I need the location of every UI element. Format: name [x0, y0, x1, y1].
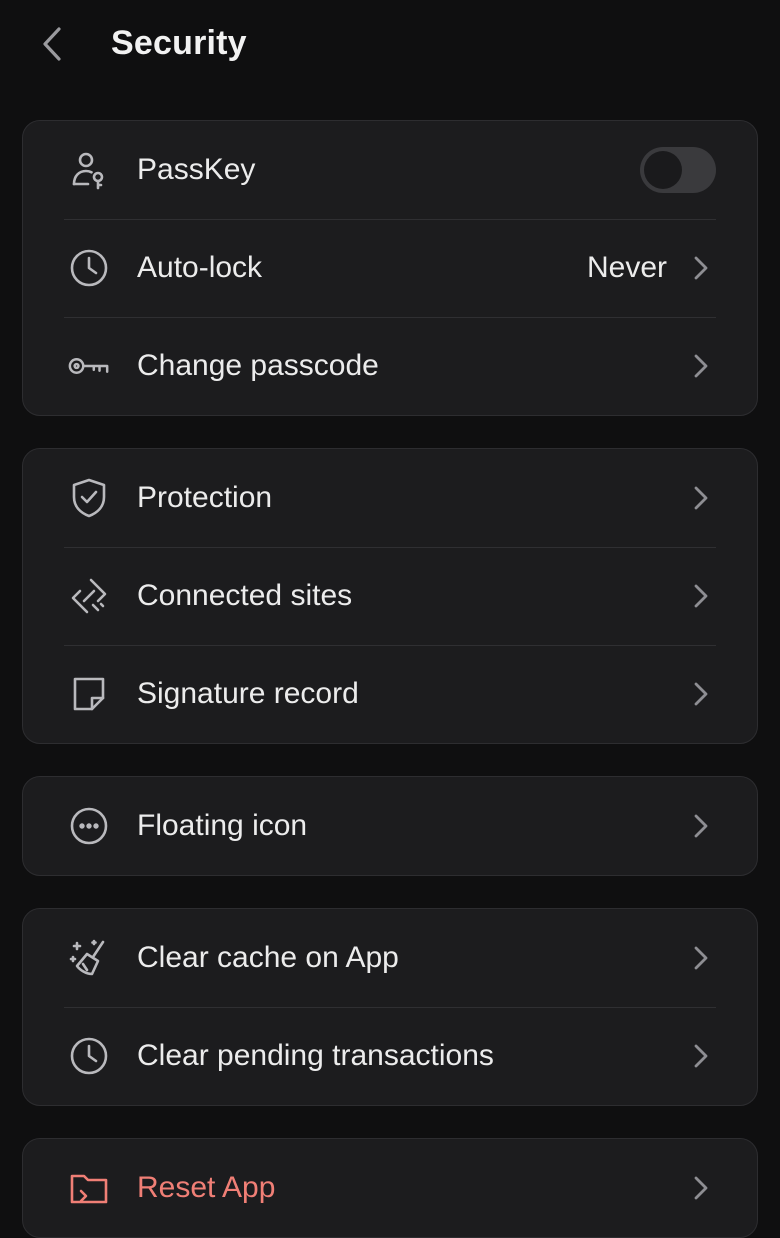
clear-cache-row[interactable]: Clear cache on App [23, 909, 757, 1007]
protection-row[interactable]: Protection [23, 449, 757, 547]
chevron-right-icon [689, 1041, 713, 1071]
protection-label: Protection [137, 481, 273, 514]
folder-icon [67, 1166, 111, 1210]
shield-check-icon [67, 476, 111, 520]
floating-icon-row[interactable]: Floating icon [23, 777, 757, 875]
broom-icon [67, 936, 111, 980]
chevron-right-icon [689, 581, 713, 611]
auto-lock-label: Auto-lock [137, 251, 263, 284]
chevron-right-icon [689, 811, 713, 841]
clock-icon [67, 1034, 111, 1078]
security-group-5: Reset App [22, 1138, 758, 1238]
security-group-3: Floating icon [22, 776, 758, 876]
toggle-knob [644, 151, 682, 189]
more-circle-icon [67, 804, 111, 848]
passkey-label: PassKey [137, 153, 256, 186]
passkey-row[interactable]: PassKey [23, 121, 757, 219]
back-chevron-icon [43, 27, 61, 61]
change-passcode-label: Change passcode [137, 349, 379, 382]
connected-sites-label: Connected sites [137, 579, 353, 612]
signature-record-label: Signature record [137, 677, 359, 710]
passkey-toggle[interactable] [640, 147, 716, 193]
reset-app-row[interactable]: Reset App [23, 1139, 757, 1237]
clear-pending-row[interactable]: Clear pending transactions [23, 1007, 757, 1105]
auto-lock-row[interactable]: Auto-lock Never [23, 219, 757, 317]
passkey-user-icon [67, 148, 111, 192]
chevron-right-icon [689, 1173, 713, 1203]
floating-icon-label: Floating icon [137, 809, 308, 842]
reset-app-label: Reset App [137, 1171, 276, 1204]
clock-icon [67, 246, 111, 290]
chevron-right-icon [689, 679, 713, 709]
chevron-right-icon [689, 483, 713, 513]
auto-lock-value: Never [586, 251, 667, 284]
chevron-right-icon [689, 253, 713, 283]
back-button[interactable] [32, 22, 72, 66]
security-group-4: Clear cache on App Clear pending transac… [22, 908, 758, 1106]
signature-record-row[interactable]: Signature record [23, 645, 757, 743]
security-group-2: Protection Connected sites Signature rec… [22, 448, 758, 744]
clear-pending-label: Clear pending transactions [137, 1039, 494, 1072]
chevron-right-icon [689, 351, 713, 381]
note-icon [67, 672, 111, 716]
chevron-right-icon [689, 943, 713, 973]
header: Security [0, 0, 780, 90]
connected-sites-row[interactable]: Connected sites [23, 547, 757, 645]
link-icon [67, 574, 111, 618]
clear-cache-label: Clear cache on App [137, 941, 399, 974]
key-icon [67, 344, 111, 388]
change-passcode-row[interactable]: Change passcode [23, 317, 757, 415]
security-group-1: PassKey Auto-lock Never Change passcode [22, 120, 758, 416]
page-title: Security [111, 24, 247, 62]
